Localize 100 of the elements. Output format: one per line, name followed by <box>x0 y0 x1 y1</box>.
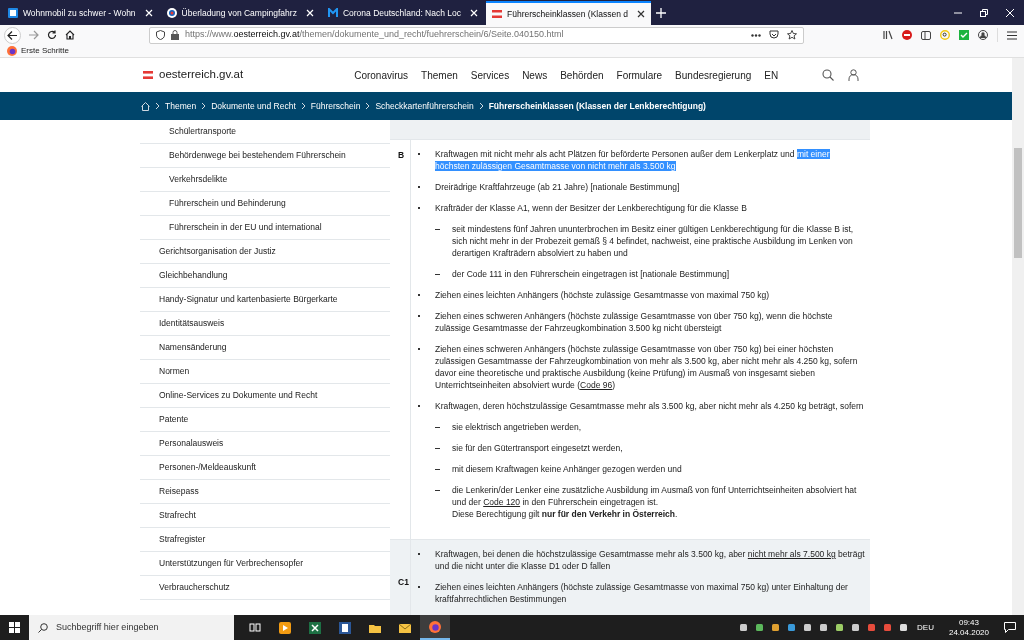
list-item-text: Dreirädrige Kraftfahrzeuge (ab 21 Jahre) [nationale Bestimmung] <box>435 181 681 193</box>
text-link[interactable]: Code 120 <box>483 497 521 507</box>
browser-tab[interactable]: Wohnmobil zu schwer - Wohn <box>2 1 159 25</box>
text-link[interactable]: nicht mehr als 7.500 kg <box>747 549 836 559</box>
globe-flame-icon <box>7 46 17 56</box>
sidebar-item[interactable]: Schülertransporte <box>140 120 390 144</box>
browser-tab[interactable]: Corona Deutschland: Nach Loc <box>321 1 484 25</box>
dash-icon <box>435 490 440 491</box>
flag-icon <box>492 9 502 19</box>
sidebar-item[interactable]: Gleichbehandlung <box>140 264 390 288</box>
chevron-icon <box>478 102 484 110</box>
nav-link[interactable]: Services <box>470 67 510 83</box>
breadcrumb-link[interactable]: Themen <box>165 99 197 113</box>
play-icon[interactable] <box>279 621 291 634</box>
minimize-icon[interactable] <box>954 9 962 17</box>
scrollbar-thumb[interactable] <box>1014 148 1022 258</box>
pocket-icon[interactable] <box>769 30 779 40</box>
chevron-icon <box>300 102 306 110</box>
chevron-icon <box>155 102 160 110</box>
clock-time[interactable]: 09:43 <box>958 617 979 628</box>
windows-logo-icon[interactable] <box>9 622 20 633</box>
round-emblem-icon <box>166 8 177 18</box>
dash-icon <box>435 427 440 428</box>
site-logo[interactable]: oesterreich.gv.at <box>159 66 244 84</box>
sidebar-item[interactable]: Strafregister <box>140 528 390 552</box>
envelope-icon[interactable] <box>399 621 411 634</box>
list-item-text: seit mindestens fünf Jahren ununterbrochen im Besitz einer gültigen Lenkberechtigung für die Klasse B ist, sich nicht mehr in der Probezeit gemäß § 4 befindet, nachweist, eine praktische Ausbildung im Lenken von derartigen Krafträdern absolviert zu haben und <box>452 223 855 259</box>
photo-frame-icon <box>8 8 18 18</box>
lock-icon <box>171 30 179 40</box>
nav-link[interactable]: Behörden <box>560 67 604 83</box>
dash-icon <box>435 229 440 230</box>
sidebar-item[interactable]: Führerschein in der EU und international <box>140 216 390 240</box>
sidebar-item[interactable]: Behördenwege bei bestehendem Führerschein <box>140 144 390 168</box>
library-icon[interactable] <box>883 30 893 40</box>
placeholder-text: Suchbegriff hier eingeben <box>56 620 159 634</box>
sidebar-item[interactable]: Führerschein und Behinderung <box>140 192 390 216</box>
back-icon[interactable] <box>4 26 21 44</box>
more-icon[interactable] <box>751 33 761 37</box>
nav-link[interactable]: EN <box>764 67 779 83</box>
nav-link[interactable]: Themen <box>421 67 458 83</box>
list-item-text: mit diesem Kraftwagen keine Anhänger gezogen werden und <box>452 463 683 475</box>
user-icon[interactable] <box>848 69 860 81</box>
close-icon[interactable] <box>636 10 645 18</box>
spreadsheet-icon[interactable] <box>309 621 321 634</box>
account-icon[interactable] <box>978 30 988 40</box>
breadcrumb-link[interactable]: Führerschein <box>310 99 361 113</box>
restore-icon[interactable] <box>980 9 988 17</box>
sidebar-item[interactable]: Personen-/Meldeauskunft <box>140 456 390 480</box>
sidebar-item[interactable]: Reisepass <box>140 480 390 504</box>
star-icon[interactable] <box>787 30 797 40</box>
clock-date[interactable]: 24.04.2020 <box>948 627 989 638</box>
notification-icon[interactable] <box>1004 622 1016 633</box>
sidebar-item[interactable]: Verbraucherschutz <box>140 576 390 600</box>
sidebar-icon[interactable] <box>921 30 931 40</box>
sidebar-item[interactable]: Normen <box>140 360 390 384</box>
list-item-text: sie für den Gütertransport eingesetzt werden, <box>452 442 624 454</box>
nav-link[interactable]: Coronavirus <box>354 67 409 83</box>
checkmark-icon[interactable] <box>959 30 969 40</box>
shield-icon[interactable] <box>156 30 165 40</box>
letter-mark-icon <box>327 8 338 18</box>
nav-link[interactable]: Formulare <box>616 67 663 83</box>
nav-link[interactable]: News <box>522 67 548 83</box>
list-item-text: Kraftwagen mit nicht mehr als acht Plätzen für beförderte Personen außer dem Lenkerplatz und mit einer höchsten zulässigen Gesamtmasse von nicht mehr als 3.500 kg <box>435 148 831 172</box>
home-icon[interactable] <box>65 30 75 40</box>
dash-icon <box>435 274 440 275</box>
sidebar-item[interactable]: Strafrecht <box>140 504 390 528</box>
search-icon <box>38 622 48 633</box>
nav-link[interactable]: Bundesregierung <box>675 67 752 83</box>
list-item-text: die Lenkerin/der Lenker eine zusätzliche Ausbildung im Ausmaß von fünf Unterrichtseinheiten absolviert hat und der Code 120 in den Führerschein eingetragen ist. <box>452 484 858 508</box>
address-bar[interactable]: https://www.oesterreich.gv.at/themen/dokumente_und_recht/fuehrerschein/6/Seite.040150.html <box>149 26 804 44</box>
current-page-crumb: Führerscheinklassen (Klassen der Lenkberechtigung) <box>488 99 706 113</box>
language-indicator[interactable]: DEU <box>917 621 934 634</box>
sidebar-item[interactable]: Patente <box>140 408 390 432</box>
sidebar-item[interactable]: Unterstützungen für Verbrechensopfer <box>140 552 390 576</box>
list-item-text: Ziehen eines schweren Anhängers (höchste zulässige Gesamtmasse von über 750 kg) bei einer höchsten zulässigen Gesamtmasse der Fahrzeugkombination von mehr als 3.500 kg, aber nicht mehr als 4.250 kg, sofern davor eine theoretische und praktische Ausbildung (keine Prüfung) im Ausmaß von insgesamt sieben Unterrichtseinheiten absolviert wurde (Code 96) <box>435 343 859 391</box>
sidebar-item[interactable]: Namensänderung <box>140 336 390 360</box>
task-view-icon[interactable] <box>249 621 261 634</box>
breadcrumb-link[interactable]: Dokumente und Recht <box>211 99 296 113</box>
reload-icon[interactable] <box>47 30 57 40</box>
sidebar-item[interactable]: Online-Services zu Dokumente und Recht <box>140 384 390 408</box>
sidebar-item[interactable]: Personalausweis <box>140 432 390 456</box>
stop-sign-icon[interactable] <box>902 30 912 40</box>
document-icon[interactable] <box>339 621 351 634</box>
magnifier-badge-icon[interactable] <box>940 30 950 40</box>
list-item-text: Kraftwagen, bei denen die höchstzulässige Gesamtmasse mehr als 3.500 kg, aber nicht mehr als 7.500 kg beträgt und die nicht unter die Klasse D1 oder D fallen <box>435 548 866 572</box>
browser-icon[interactable] <box>429 620 441 633</box>
taskbar-search-field[interactable]: Suchbegriff hier eingeben <box>29 615 234 640</box>
sidebar-item[interactable]: Verkehrsdelikte <box>140 168 390 192</box>
bookmark-link[interactable]: Erste Schritte <box>21 45 69 57</box>
browser-tab[interactable]: Führerscheinklassen (Klassen d <box>486 1 651 25</box>
class-label: C1 <box>397 575 409 589</box>
browser-tab[interactable]: Überladung von Campingfahrz <box>160 1 320 25</box>
search-icon[interactable] <box>822 69 835 81</box>
new-tab-icon[interactable] <box>655 8 666 18</box>
sidebar-item[interactable]: Handy-Signatur und kartenbasierte Bürgerkarte <box>140 288 390 312</box>
breadcrumb-link[interactable]: Scheckkartenführerschein <box>375 99 474 113</box>
forward-icon[interactable] <box>29 30 39 40</box>
menu-icon[interactable] <box>1007 30 1017 40</box>
sidebar-item[interactable]: Gerichtsorganisation der Justiz <box>140 240 390 264</box>
sidebar-item[interactable]: Identitätsausweis <box>140 312 390 336</box>
